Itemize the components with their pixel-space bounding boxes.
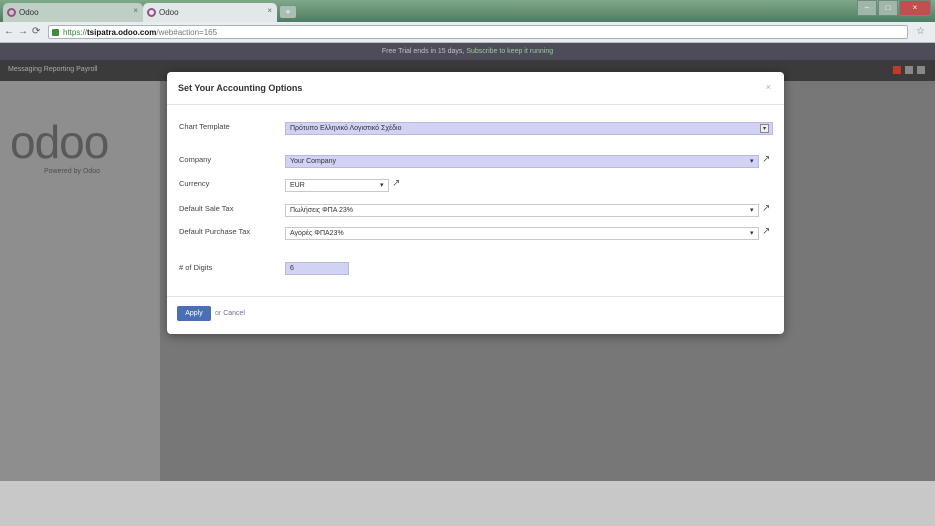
tab-title: Odoo (19, 8, 39, 17)
chart-template-value: Πρότυπο Ελληνικό Λογιστικό Σχέδιο (290, 125, 402, 132)
digits-value: 6 (290, 265, 294, 272)
url-host: tsipatra.odoo.com (87, 28, 157, 37)
subscribe-link[interactable]: Subscribe to keep it running (466, 48, 553, 55)
default-sale-tax-label: Default Sale Tax (179, 204, 234, 213)
purchase-tax-external-link-icon[interactable]: ↗ (762, 226, 770, 237)
cancel-link[interactable]: Cancel (223, 310, 245, 317)
odoo-favicon-icon (7, 8, 16, 17)
purchase-tax-dropdown-icon[interactable]: ▾ (750, 229, 754, 237)
notification-icon[interactable] (893, 66, 901, 74)
default-purchase-tax-label: Default Purchase Tax (179, 227, 251, 236)
sale-tax-external-link-icon[interactable]: ↗ (762, 203, 770, 214)
system-tray (893, 66, 925, 74)
trial-notice-bar: Free Trial ends in 15 days, Subscribe to… (0, 43, 935, 60)
or-label: or (215, 310, 222, 317)
chart-template-dropdown-icon[interactable]: ▾ (760, 124, 769, 133)
address-bar: ← → ⟳ https://tsipatra.odoo.com/web#acti… (0, 22, 935, 43)
bookmark-star-icon[interactable]: ☆ (916, 26, 925, 37)
dialog-footer: Apply or Cancel (167, 296, 784, 335)
dialog-close-icon[interactable]: × (766, 82, 771, 92)
window-controls: – □ × (856, 0, 931, 16)
user-avatar[interactable] (917, 66, 925, 74)
tab-title: Odoo (159, 8, 179, 17)
chart-template-select[interactable]: Πρότυπο Ελληνικό Λογιστικό Σχέδιο (285, 122, 773, 135)
dialog-header: Set Your Accounting Options × (167, 72, 784, 105)
odoo-favicon-icon (147, 8, 156, 17)
new-tab-button[interactable]: + (280, 6, 296, 18)
company-label: Company (179, 155, 212, 164)
url-path: /web#action=165 (156, 28, 218, 37)
maximize-icon[interactable]: □ (878, 0, 898, 16)
default-purchase-tax-value: Αγορές ΦΠΑ23% (290, 230, 344, 237)
reload-icon[interactable]: ⟳ (32, 26, 40, 37)
company-external-link-icon[interactable]: ↗ (762, 154, 770, 165)
odoo-logo: odoo (10, 116, 109, 168)
url-scheme: https:// (63, 28, 88, 37)
currency-field[interactable]: EUR (285, 179, 389, 192)
accounting-options-dialog: Set Your Accounting Options × Chart Temp… (167, 72, 784, 334)
browser-tab-1[interactable]: Odoo × (3, 3, 143, 22)
currency-external-link-icon[interactable]: ↗ (392, 178, 400, 189)
apply-button[interactable]: Apply (177, 306, 211, 321)
default-sale-tax-value: Πωλήσεις ΦΠΑ 23% (290, 207, 353, 214)
default-purchase-tax-field[interactable]: Αγορές ΦΠΑ23% (285, 227, 759, 240)
company-field[interactable]: Your Company (285, 155, 759, 168)
or-text: or Cancel (215, 310, 245, 317)
url-field[interactable]: https://tsipatra.odoo.com/web#action=165 (48, 25, 908, 39)
back-icon[interactable]: ← (4, 26, 14, 37)
sale-tax-dropdown-icon[interactable]: ▾ (750, 206, 754, 214)
chart-template-label: Chart Template (179, 122, 230, 131)
minimize-icon[interactable]: – (857, 0, 877, 16)
currency-dropdown-icon[interactable]: ▾ (380, 181, 384, 189)
lock-icon (52, 29, 59, 36)
chat-icon[interactable] (905, 66, 913, 74)
dialog-title: Set Your Accounting Options (178, 83, 303, 93)
currency-label: Currency (179, 179, 210, 188)
powered-by-link[interactable]: Powered by Odoo (44, 168, 100, 175)
close-tab-icon[interactable]: × (267, 6, 272, 15)
forward-icon[interactable]: → (18, 26, 28, 37)
top-menu-items[interactable]: Messaging Reporting Payroll (8, 66, 98, 73)
company-dropdown-icon[interactable]: ▾ (750, 157, 754, 165)
window-close-icon[interactable]: × (899, 0, 931, 16)
page-footer (0, 481, 935, 526)
company-value: Your Company (290, 158, 337, 165)
currency-value: EUR (290, 182, 305, 189)
close-tab-icon[interactable]: × (133, 6, 138, 15)
browser-tab-bar: Odoo × Odoo × + – □ × (0, 0, 935, 22)
trial-notice-text: Free Trial ends in 15 days (381, 48, 463, 55)
digits-label: # of Digits (179, 263, 213, 272)
digits-input[interactable]: 6 (285, 262, 349, 275)
browser-tab-2[interactable]: Odoo × (143, 3, 277, 22)
default-sale-tax-field[interactable]: Πωλήσεις ΦΠΑ 23% (285, 204, 759, 217)
